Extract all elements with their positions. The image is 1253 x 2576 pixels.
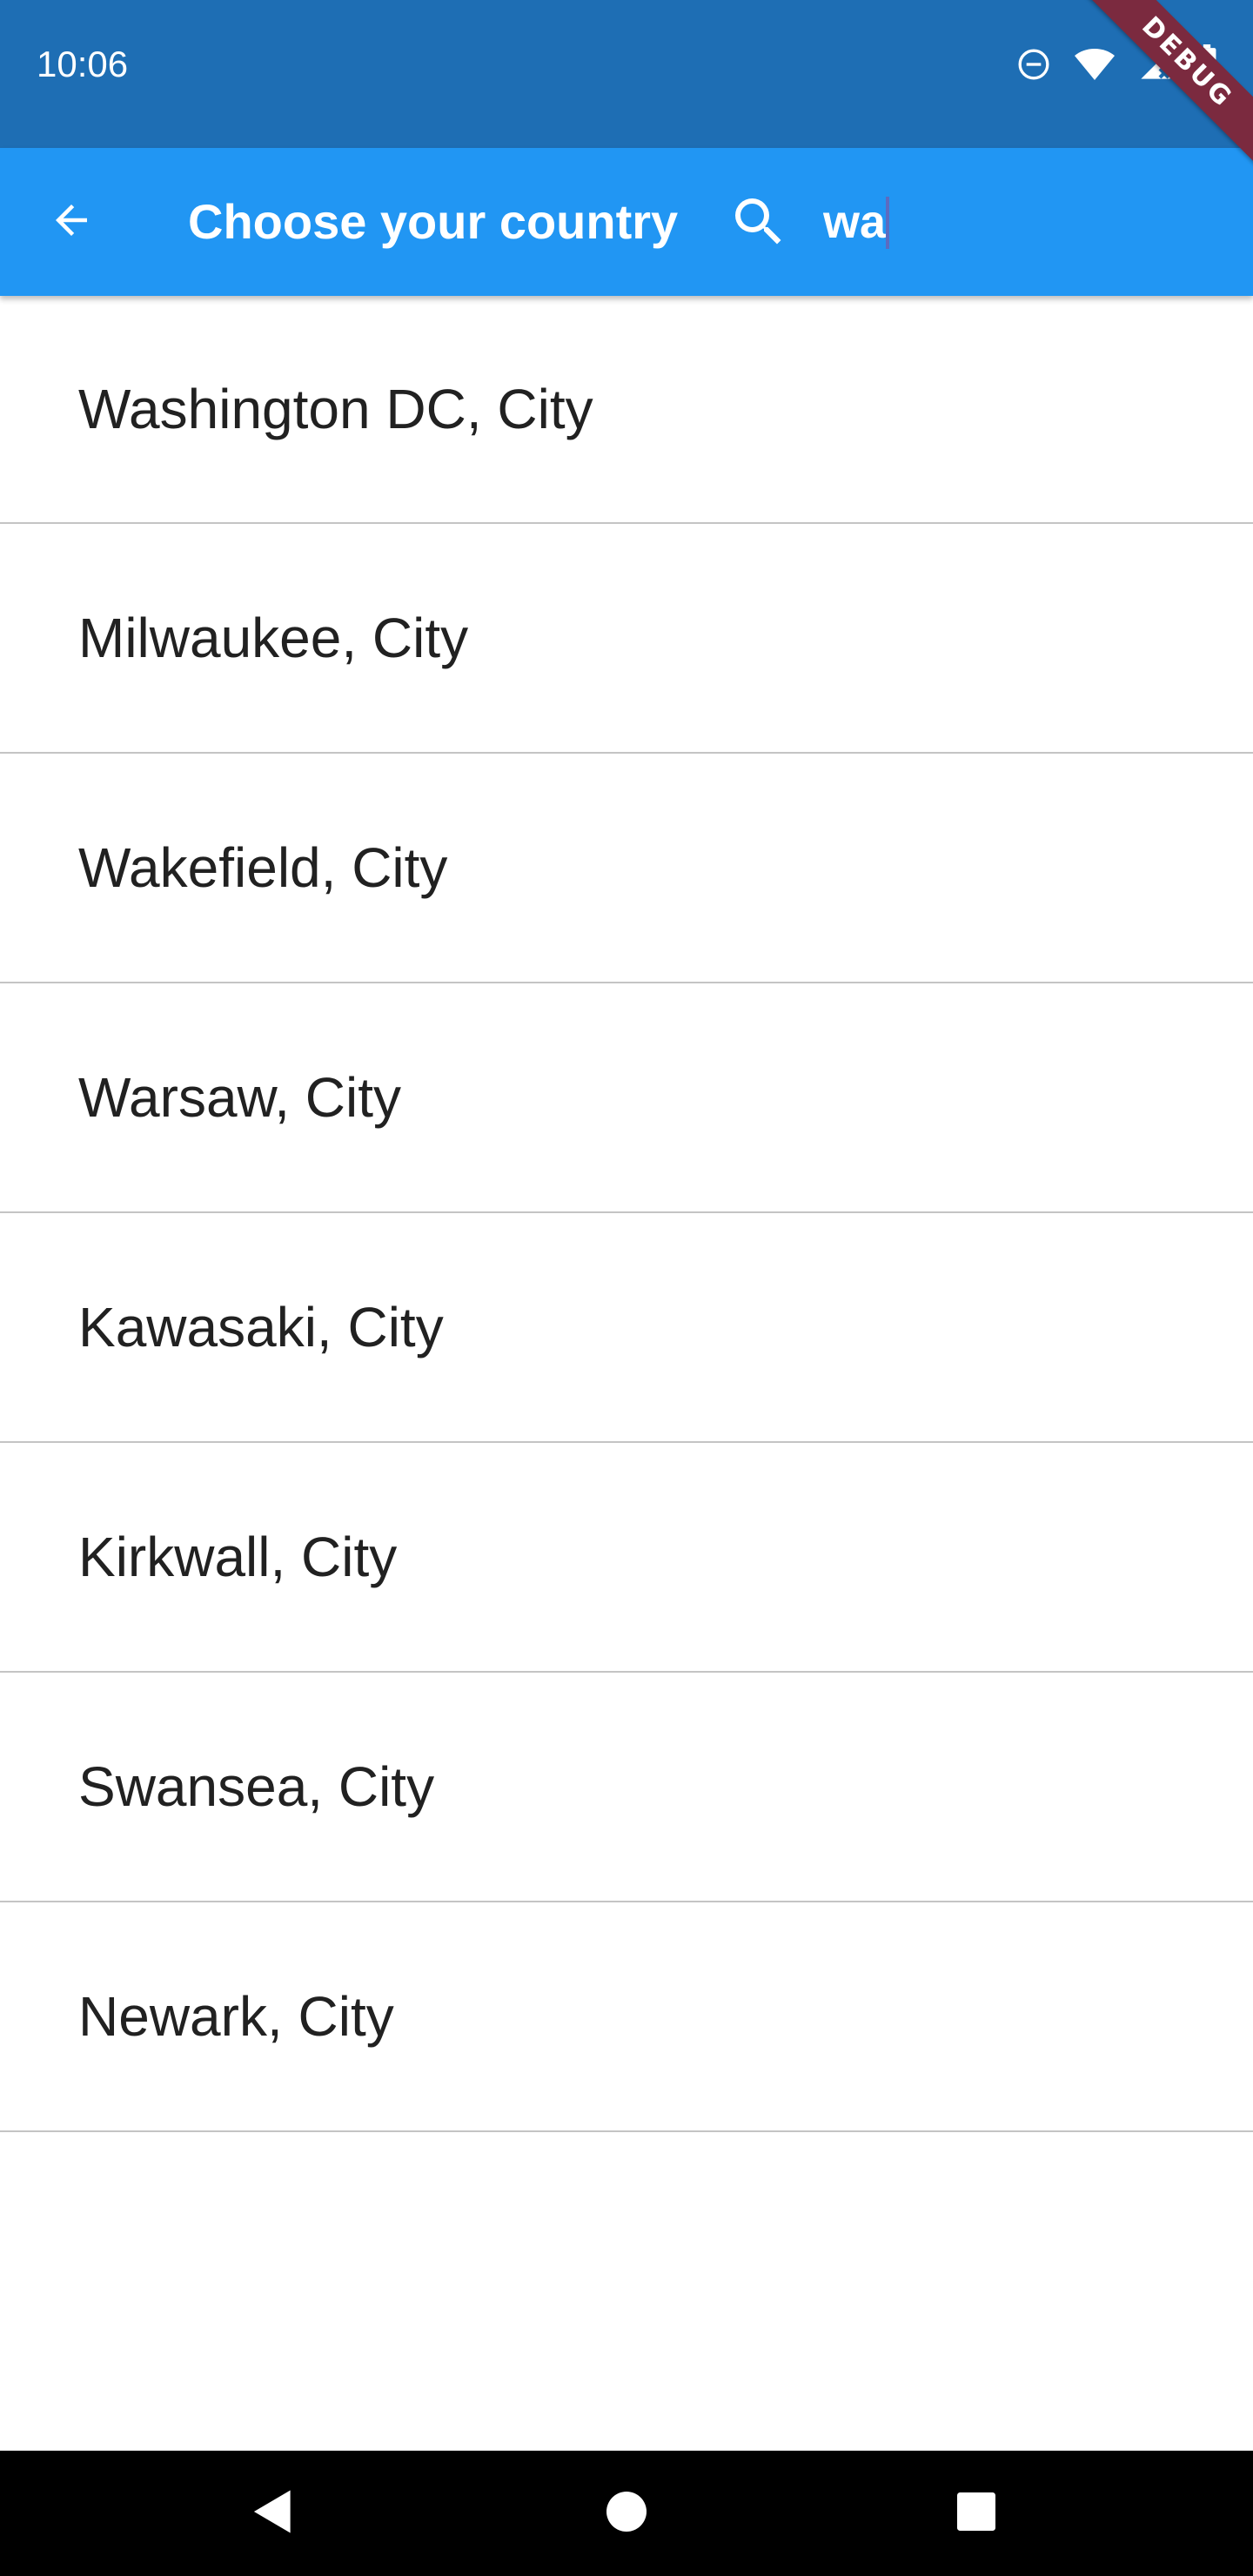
- arrow-back-icon: [48, 197, 95, 248]
- back-button[interactable]: [35, 185, 108, 258]
- city-label: Newark, City: [78, 1985, 394, 2048]
- city-label: Wakefield, City: [78, 836, 448, 899]
- screen: 10:06 DEBUG Choose your country wa Washi…: [0, 0, 1253, 2576]
- city-label: Washington DC, City: [78, 378, 593, 440]
- text-cursor: [886, 197, 889, 249]
- list-item[interactable]: Newark, City: [0, 1902, 1253, 2132]
- nav-home-icon: [606, 2491, 647, 2536]
- app-bar: Choose your country: [0, 148, 1253, 296]
- nav-back-button[interactable]: [235, 2475, 312, 2552]
- city-label: Warsaw, City: [78, 1066, 401, 1129]
- city-label: Swansea, City: [78, 1755, 435, 1818]
- system-nav-bar: [0, 2451, 1253, 2576]
- page-title: Choose your country: [188, 194, 679, 249]
- wifi-icon: [1074, 47, 1116, 82]
- list-item[interactable]: Milwaukee, City: [0, 524, 1253, 754]
- list-item[interactable]: Warsaw, City: [0, 983, 1253, 1213]
- status-bar: 10:06: [0, 0, 1253, 148]
- nav-recents-button[interactable]: [938, 2475, 1015, 2552]
- list-item[interactable]: Kawasaki, City: [0, 1213, 1253, 1443]
- city-label: Kirkwall, City: [78, 1526, 398, 1588]
- nav-home-button[interactable]: [588, 2475, 665, 2552]
- search-icon: [727, 191, 790, 253]
- list-item[interactable]: Washington DC, City: [0, 296, 1253, 524]
- city-list: Washington DC, City Milwaukee, City Wake…: [0, 296, 1253, 2132]
- nav-recents-icon: [957, 2492, 995, 2535]
- search-input[interactable]: [823, 186, 1206, 258]
- city-label: Milwaukee, City: [78, 607, 469, 669]
- list-item[interactable]: Swansea, City: [0, 1673, 1253, 1902]
- status-time: 10:06: [37, 44, 129, 84]
- list-item[interactable]: Wakefield, City: [0, 754, 1253, 983]
- list-item[interactable]: Kirkwall, City: [0, 1443, 1253, 1673]
- do-not-disturb-icon: [1016, 47, 1051, 82]
- city-label: Kawasaki, City: [78, 1296, 444, 1358]
- nav-back-icon: [251, 2488, 295, 2539]
